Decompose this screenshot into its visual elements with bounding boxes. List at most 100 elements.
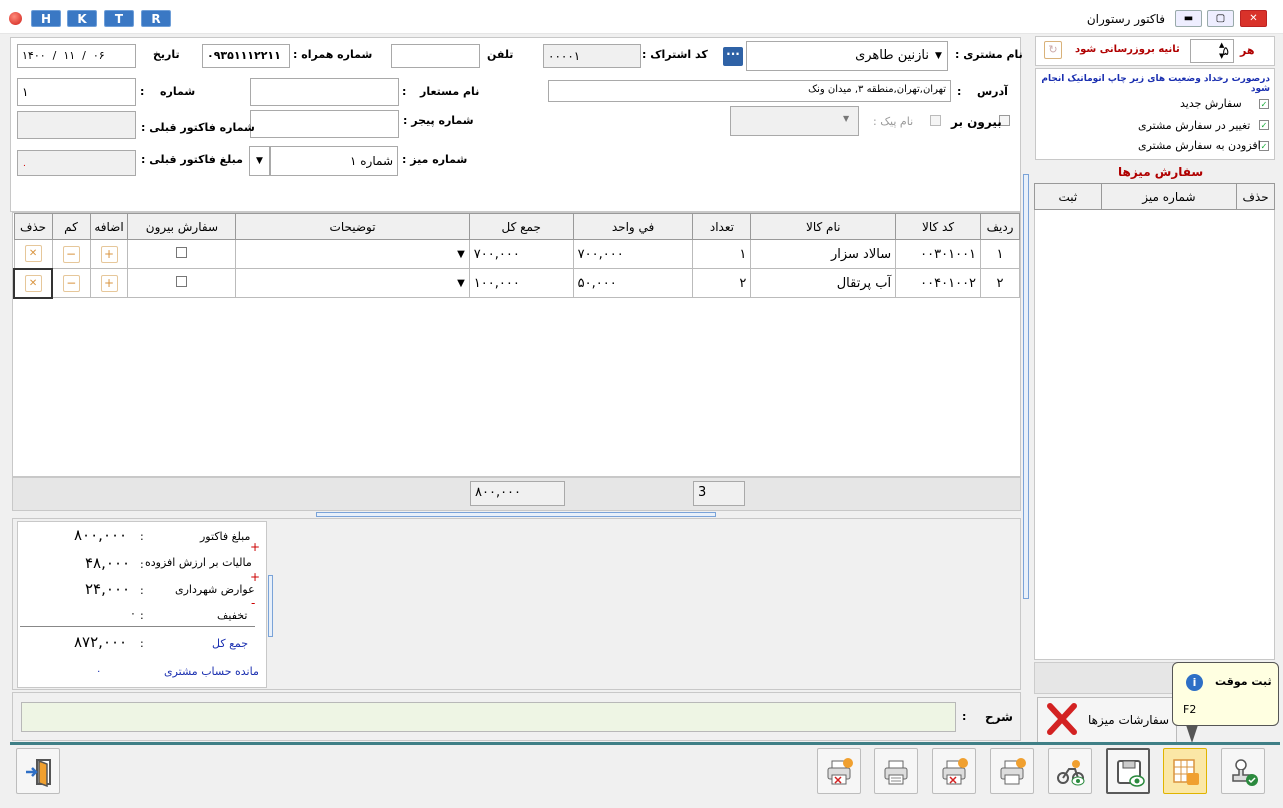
summary-collapse-handle[interactable] — [268, 575, 273, 637]
subscription-code-field: ۰۰۰۰۱ — [543, 44, 641, 68]
print-invoice-cancel-button[interactable] — [932, 748, 976, 794]
col-total: جمع کل — [468, 213, 574, 240]
discount-label: تخفیف — [217, 609, 248, 622]
checkbox-change-order[interactable]: ✓ — [1259, 120, 1269, 130]
phone-field[interactable] — [391, 44, 480, 68]
customer-name-label: نام مشتری : — [955, 48, 1023, 61]
plus-icon[interactable]: + — [100, 274, 118, 292]
delivery-view-button[interactable] — [1048, 748, 1092, 794]
cell-name: آب پرتقال — [750, 268, 897, 298]
mobile-field[interactable]: ۰۹۳۵۱۱۱۲۲۱۱ — [202, 44, 290, 68]
cell-row: ۲ — [980, 268, 1020, 298]
print-cancel-button[interactable] — [817, 748, 861, 794]
opt-add-label: افزودن به سفارش مشتری — [1138, 139, 1261, 152]
table-number-label: شماره میز : — [402, 153, 468, 166]
col-description: توضیحات — [235, 213, 470, 240]
delete-icon[interactable]: ✕ — [24, 245, 42, 263]
cell-name: سالاد سزار — [750, 239, 897, 269]
date-field[interactable]: ۱۴۰۰ / ۱۱ / ۰۶ — [17, 44, 136, 68]
tooltip-title: ثبت موقت — [1215, 675, 1272, 688]
customer-lookup-button[interactable]: ··· — [723, 47, 743, 66]
print-button[interactable] — [874, 748, 918, 794]
minus-sign-icon: - — [251, 596, 256, 610]
col-table-number: شماره میز — [1100, 183, 1238, 210]
table-number-dropdown[interactable]: ▼ — [249, 146, 270, 176]
footer-total: ۸۰۰,۰۰۰ — [470, 481, 565, 506]
number-field[interactable]: ۱ — [17, 78, 136, 106]
municipal-value: ۲۴,۰۰۰ — [85, 580, 131, 598]
plus-icon[interactable]: + — [100, 245, 118, 263]
cell-total: ۷۰۰,۰۰۰ — [468, 239, 574, 269]
exit-door-icon — [26, 759, 51, 787]
app-icon — [9, 12, 22, 25]
delete-icon[interactable]: ✕ — [24, 274, 42, 292]
table-number-field[interactable]: شماره ۱ — [270, 146, 398, 176]
cell-delete[interactable]: ✕ — [13, 239, 53, 269]
close-red-icon[interactable] — [1044, 700, 1080, 738]
minus-icon[interactable]: − — [62, 274, 80, 292]
exit-button[interactable] — [16, 748, 60, 794]
spinner-icon[interactable]: ▲ ▼ — [1219, 40, 1224, 62]
temporary-save-button[interactable] — [1163, 748, 1207, 794]
print-invoice-button[interactable] — [990, 748, 1034, 794]
cell-takeout[interactable] — [127, 268, 237, 298]
colon-4: : — [140, 609, 144, 622]
takeout-row-checkbox[interactable] — [176, 246, 188, 258]
cell-code: ۰۰۳۰۱۰۰۱ — [895, 239, 982, 269]
courier-select[interactable] — [730, 106, 859, 136]
cell-minus[interactable]: − — [51, 239, 91, 269]
cell-takeout[interactable] — [127, 239, 237, 269]
col-register: ثبت — [1034, 183, 1102, 210]
notes-field[interactable] — [21, 702, 956, 732]
courier-checkbox[interactable] — [930, 115, 941, 126]
customer-name-field[interactable]: نازنین طاهری — [746, 41, 948, 71]
address-field[interactable]: تهران,تهران,منطقه ۳, میدان ونک — [548, 80, 951, 102]
maximize-button[interactable]: ▢ — [1207, 10, 1234, 27]
save-view-button[interactable] — [1106, 748, 1150, 794]
takeout-row-checkbox[interactable] — [176, 275, 188, 287]
description-dropdown-icon[interactable]: ▼ — [457, 249, 465, 260]
cell-add[interactable]: + — [89, 239, 129, 269]
refresh-seconds-input[interactable]: ۵ — [1190, 39, 1234, 63]
splitter-handle[interactable] — [316, 512, 716, 517]
cell-qty[interactable]: ۲ — [692, 268, 752, 298]
balance-value: ۰ — [96, 666, 102, 677]
cell-delete[interactable]: ✕ — [12, 267, 54, 299]
description-dropdown-icon[interactable]: ▼ — [457, 278, 465, 289]
panel-splitter[interactable] — [1023, 174, 1029, 599]
cell-unit-price[interactable]: ۷۰۰,۰۰۰ — [572, 239, 694, 269]
motorcycle-eye-icon — [1057, 760, 1085, 786]
register-button[interactable] — [1221, 748, 1265, 794]
refresh-icon[interactable]: ↻ — [1044, 41, 1062, 59]
cell-minus[interactable]: − — [51, 268, 91, 298]
cell-qty[interactable]: ۱ — [692, 239, 752, 269]
plus-sign-icon: + — [250, 570, 261, 584]
cell-add[interactable]: + — [89, 268, 129, 298]
cell-code: ۰۰۴۰۱۰۰۲ — [895, 268, 982, 298]
quick-button-k[interactable]: K — [67, 10, 97, 27]
customer-dropdown-arrow[interactable]: ▼ — [931, 44, 946, 68]
courier-dropdown-arrow[interactable]: ▼ — [843, 114, 849, 123]
close-window-button[interactable]: ✕ — [1240, 10, 1267, 27]
cell-description[interactable]: ▼ — [235, 268, 470, 298]
prev-invoice-number-label: شماره فاکتور قبلی : — [141, 121, 255, 134]
invoice-amount-label: مبلغ فاکتور — [200, 530, 251, 543]
minus-icon[interactable]: − — [62, 245, 80, 263]
colon-3: : — [140, 584, 144, 597]
number-colon: : — [140, 85, 145, 98]
checkbox-new-order[interactable]: ✓ — [1259, 99, 1269, 109]
table-money-icon — [1173, 759, 1199, 785]
quick-button-h[interactable]: H — [31, 10, 61, 27]
pager-field[interactable] — [250, 110, 399, 138]
alias-field[interactable] — [250, 78, 399, 106]
minimize-button[interactable]: ▬ — [1175, 10, 1202, 27]
subscription-code-value: ۰۰۰۰۱ — [548, 49, 581, 63]
quick-button-r[interactable]: R — [141, 10, 171, 27]
printer-money-cancel-icon — [942, 758, 968, 785]
table-row[interactable]: ۲ ۰۰۴۰۱۰۰۲ آب پرتقال ۲ ۵۰,۰۰۰ ۱۰۰,۰۰۰ ▼ … — [12, 267, 1020, 299]
table-row[interactable]: ۱ ۰۰۳۰۱۰۰۱ سالاد سزار ۱ ۷۰۰,۰۰۰ ۷۰۰,۰۰۰ … — [13, 239, 1020, 269]
cell-description[interactable]: ▼ — [235, 239, 470, 269]
items-table-header: ردیف کد کالا نام کالا تعداد في واحد جمع … — [13, 213, 1020, 240]
cell-unit-price[interactable]: ۵۰,۰۰۰ — [572, 268, 694, 298]
quick-button-t[interactable]: T — [104, 10, 134, 27]
